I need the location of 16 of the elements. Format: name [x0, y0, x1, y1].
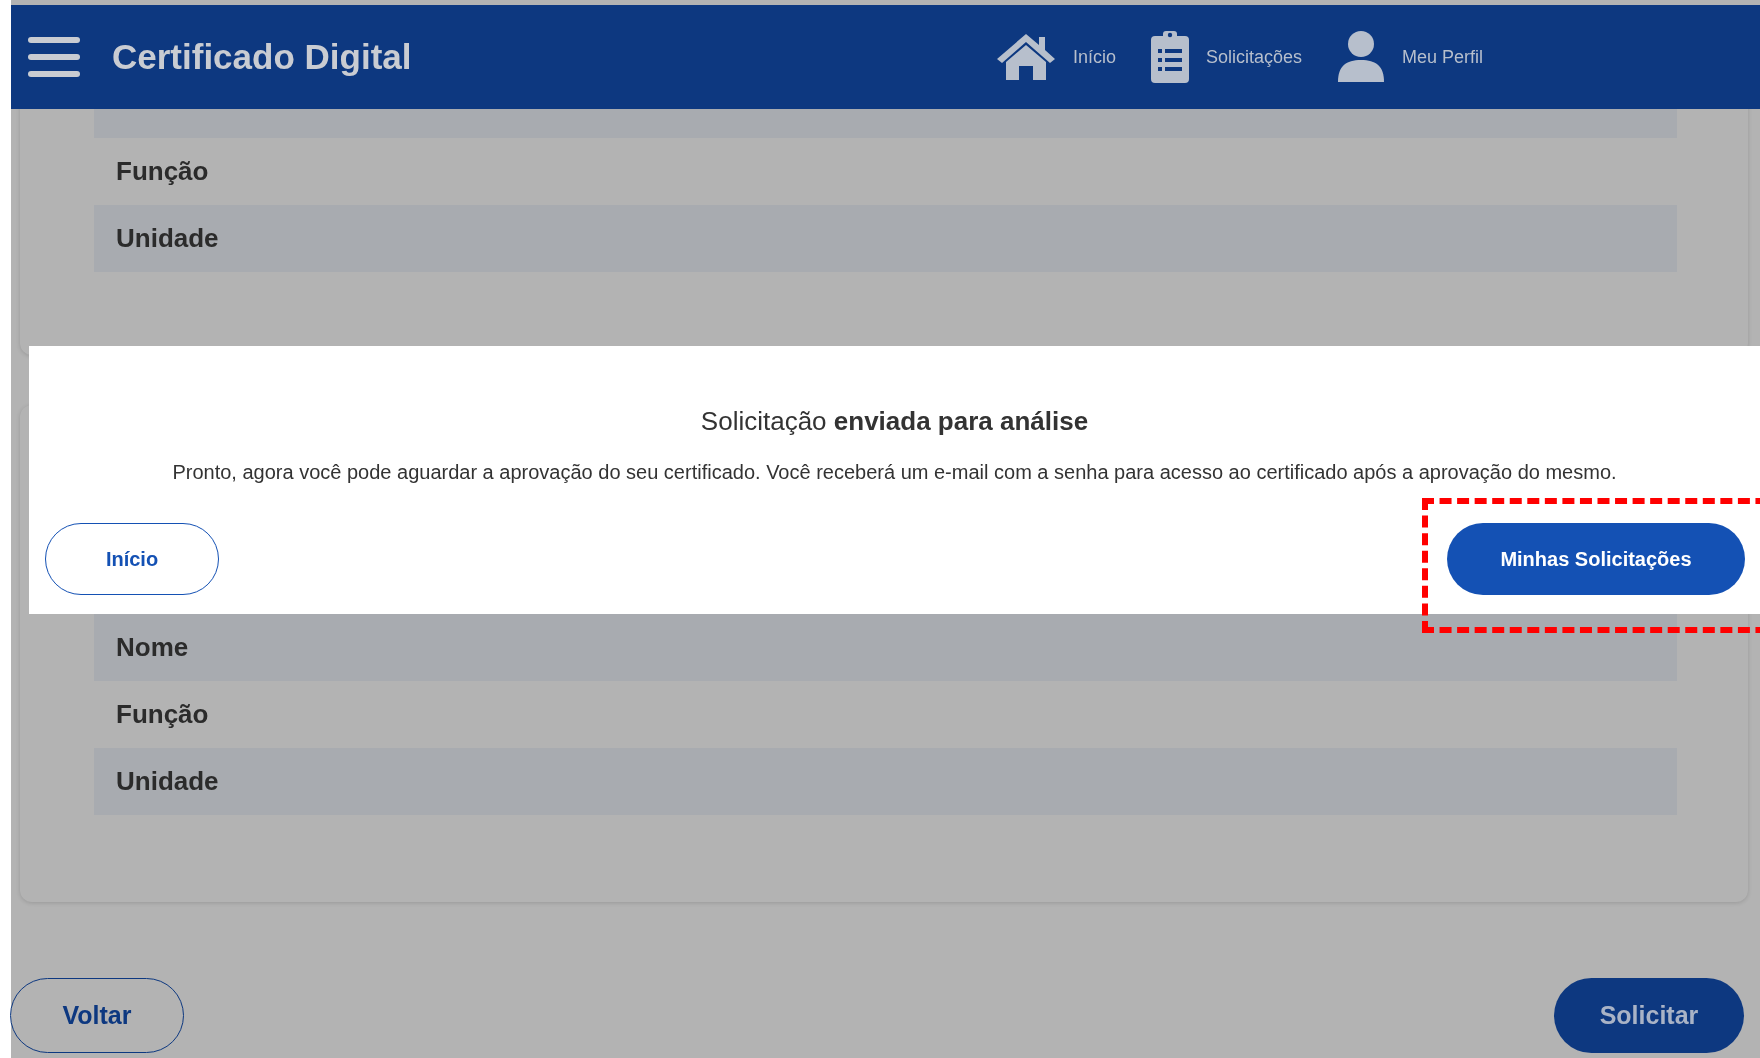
- user-icon: [1335, 30, 1386, 84]
- menu-icon[interactable]: [28, 36, 80, 78]
- dialog-title: Solicitação enviada para análise: [699, 405, 1090, 438]
- submit-button[interactable]: Solicitar: [1554, 978, 1744, 1053]
- nav-link[interactable]: Meu Perfil: [1335, 30, 1483, 84]
- dialog-message: Pronto, agora você pode aguardar a aprovação do seu certificado. Você receberá um e-mail com a senha para acesso ao certificado após a aprovação do mesmo.: [171, 460, 1618, 485]
- requests-button[interactable]: Minhas Solicitações: [1447, 523, 1745, 595]
- field-label: Nome: [94, 614, 1677, 681]
- app-title: Certificado Digital: [112, 35, 412, 78]
- nav-link[interactable]: Início: [994, 32, 1116, 82]
- field-label: Unidade: [94, 748, 1677, 815]
- field-label: Função: [115, 698, 210, 731]
- field-label: Função: [115, 155, 210, 188]
- field-label: Unidade: [94, 205, 1677, 272]
- nav-link[interactable]: Solicitações: [1149, 30, 1302, 84]
- clipboard-icon: [1149, 30, 1190, 84]
